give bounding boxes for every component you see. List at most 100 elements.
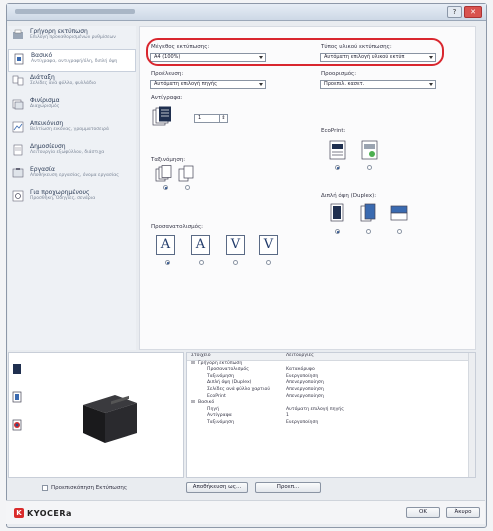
duplex-off-icon[interactable]	[329, 203, 346, 223]
table-row: Αντίγραφα 1	[187, 413, 475, 420]
collate-on-radio[interactable]	[163, 185, 168, 190]
ok-button[interactable]: OK	[406, 507, 440, 518]
sidebar: Γρήγορη εκτύπωση Επιλογή προκαθορισμένων …	[8, 26, 136, 350]
kyocera-logo: K KYOCERa	[14, 508, 72, 518]
sidebar-item-sub: Προσθήκη, Οδηγίες, σενάρια	[30, 196, 96, 201]
sidebar-item-quick-print[interactable]: Γρήγορη εκτύπωση Επιλογή προκαθορισμένων …	[8, 26, 136, 49]
bottom-area: Στοιχείο Λειτουργίες ⊟ Γρήγορη εκτύπωση Πρ…	[8, 352, 476, 480]
orientation-landscape-radio[interactable]	[199, 260, 204, 265]
orientation-landscape-icon[interactable]: A	[191, 235, 210, 255]
highlight-ring	[146, 38, 444, 66]
copies-label: Αντίγραφα:	[151, 95, 183, 101]
table-row: ⊟ Βασικό	[187, 400, 475, 407]
ecoprint-off-icon[interactable]	[329, 140, 346, 160]
row-key: Διπλή όψη (Duplex)	[207, 380, 252, 386]
help-icon[interactable]: ?	[447, 6, 462, 18]
expand-icon[interactable]: ⊟	[191, 400, 195, 407]
row-value: 1	[286, 413, 289, 419]
collate-on-icon[interactable]	[155, 165, 173, 183]
row-key: Προσανατολισμός	[207, 367, 249, 373]
printer-preview	[8, 352, 184, 478]
summary-header: Στοιχείο Λειτουργίες	[187, 353, 475, 361]
summary-scrollbar[interactable]	[468, 353, 475, 477]
table-row: EcoPrint Απενεργοποίηση	[187, 394, 475, 401]
orientation-portrait-radio[interactable]	[165, 260, 170, 265]
sidebar-item-label: Για προχωρημένους	[30, 189, 90, 196]
duplex-label: Διπλή όψη (Duplex):	[321, 193, 377, 199]
save-as-button[interactable]: Αποθήκευση ως...	[186, 482, 248, 493]
advanced-icon	[11, 189, 25, 203]
title-bar: ? ✕	[7, 4, 486, 21]
chevron-down-icon	[259, 83, 263, 86]
sidebar-item-label: Φινίρισμα	[30, 97, 60, 104]
quick-print-icon	[11, 28, 25, 42]
sidebar-item-advanced[interactable]: Για προχωρημένους Προσθήκη, Οδηγίες, σενά…	[8, 187, 136, 210]
ecoprint-on-icon[interactable]	[361, 140, 378, 160]
duplex-long-edge-icon[interactable]	[360, 203, 377, 223]
source-label: Προέλευση:	[151, 71, 184, 77]
sidebar-item-finishing[interactable]: Φινίρισμα Διαχωρισμός	[8, 95, 136, 118]
basic-icon	[12, 52, 26, 66]
destination-label: Προορισμός:	[321, 71, 357, 77]
source-select[interactable]: Αυτόματη επιλογή πηγής	[150, 80, 266, 89]
sidebar-item-sub: Αντίγραφα, αντιγραφή/όλη, διπλή όψη	[31, 59, 118, 64]
orientation-label: Προσανατολισμός:	[151, 224, 204, 230]
duplex-off-radio[interactable]	[335, 229, 340, 234]
preview-page-icon[interactable]	[12, 363, 22, 377]
sidebar-item-imaging[interactable]: Απεικόνιση Βελτίωση εικόνας, γραμματοσειρ…	[8, 118, 136, 141]
close-icon[interactable]: ✕	[464, 6, 482, 18]
sidebar-item-label: Εργασία	[30, 166, 55, 173]
sidebar-item-label: Διάταξη	[30, 74, 55, 81]
sidebar-item-sub: Λειτουργία εξωφύλλου, διάστιχα	[30, 150, 105, 155]
table-row: Προσανατολισμός Κατακόρυφο	[187, 367, 475, 374]
sidebar-item-publishing[interactable]: Δημοσίευση Λειτουργία εξωφύλλου, διάστιχα	[8, 141, 136, 164]
sidebar-item-sub: Επιλογή προκαθορισμένων ρυθμίσεων	[30, 35, 116, 40]
logo-text: KYOCERa	[27, 508, 72, 518]
settings-summary-table: Στοιχείο Λειτουργίες ⊟ Γρήγορη εκτύπωση Πρ…	[186, 352, 476, 478]
sidebar-item-basic[interactable]: Βασικό Αντίγραφα, αντιγραφή/όλη, διπλή όψ…	[8, 49, 136, 72]
row-value: Ενεργοποίηση	[286, 419, 319, 425]
row-key: Ταξινόμηση	[207, 419, 234, 425]
preview-color-icon[interactable]	[12, 419, 22, 433]
row-key: Σελίδες ανά φύλλο χαρτιού	[207, 386, 270, 392]
orientation-portrait-rotated-radio[interactable]	[233, 260, 238, 265]
orientation-landscape-rotated-radio[interactable]	[266, 260, 271, 265]
publishing-icon	[11, 143, 25, 157]
destination-select[interactable]: Προεπιλ. κασετ.	[320, 80, 436, 89]
duplex-short-edge-icon[interactable]	[390, 205, 409, 222]
cancel-button[interactable]: Άκυρο	[446, 507, 480, 518]
duplex-long-edge-radio[interactable]	[366, 229, 371, 234]
print-preview-checkbox[interactable]	[42, 485, 48, 491]
sidebar-item-layout[interactable]: Διάταξη Σελίδες ανά φύλλο, φυλλάδιο	[8, 72, 136, 95]
orientation-portrait-icon[interactable]: A	[156, 235, 175, 255]
destination-value: Προεπιλ. κασετ.	[324, 81, 365, 87]
sidebar-item-sub: Αποθήκευση εργασίας, όνομα εργασίας	[30, 173, 119, 178]
sidebar-item-job[interactable]: Εργασία Αποθήκευση εργασίας, όνομα εργασί…	[8, 164, 136, 187]
reset-button[interactable]: Προεπ...	[255, 482, 321, 493]
finishing-icon	[11, 97, 25, 111]
expand-icon[interactable]: ⊟	[191, 361, 195, 368]
sidebar-item-label: Βασικό	[31, 52, 53, 59]
collate-off-icon[interactable]	[178, 165, 196, 183]
orientation-landscape-rotated-icon[interactable]: V	[259, 235, 278, 255]
table-row: Σελίδες ανά φύλλο χαρτιού Απενεργοποίηση	[187, 387, 475, 394]
ecoprint-off-radio[interactable]	[335, 165, 340, 170]
source-value: Αυτόματη επιλογή πηγής	[154, 81, 218, 87]
preview-duplex-icon[interactable]	[12, 391, 22, 405]
ecoprint-label: EcoPrint:	[321, 128, 346, 134]
ecoprint-on-radio[interactable]	[367, 165, 372, 170]
imaging-icon	[11, 120, 25, 134]
collate-off-radio[interactable]	[185, 185, 190, 190]
stepper-arrows-icon[interactable]: ⇕	[219, 114, 227, 123]
row-key: Βασικό	[198, 400, 215, 406]
copies-stepper[interactable]: 1 ⇕	[194, 114, 228, 123]
sidebar-item-sub: Βελτίωση εικόνας, γραμματοσειρά	[30, 127, 109, 132]
row-key: Αντίγραφα	[207, 413, 232, 419]
duplex-short-edge-radio[interactable]	[397, 229, 402, 234]
sidebar-item-sub: Διαχωρισμός	[30, 104, 60, 109]
kyocera-mark-icon: K	[14, 508, 24, 518]
row-value: Απενεργοποίηση	[286, 380, 324, 386]
layout-icon	[11, 74, 25, 88]
row-value: Απενεργοποίηση	[286, 393, 324, 399]
orientation-portrait-rotated-icon[interactable]: V	[226, 235, 245, 255]
